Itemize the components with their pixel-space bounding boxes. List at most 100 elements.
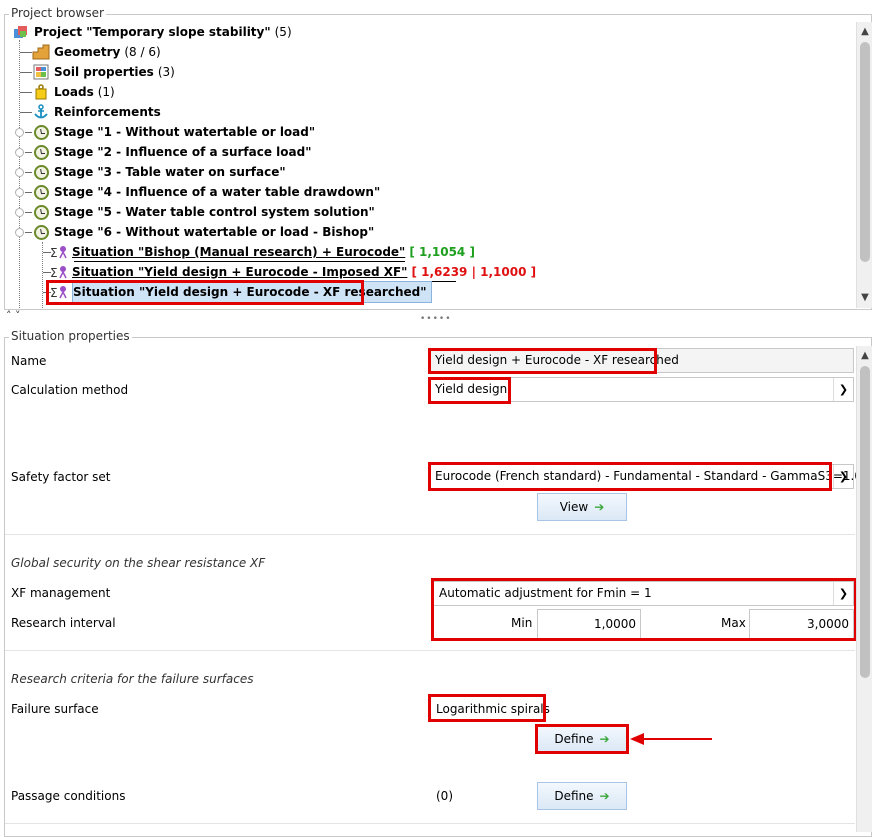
name-label: Name <box>11 354 47 368</box>
loads-count: (1) <box>97 85 115 99</box>
xf-management-label: XF management <box>11 586 111 600</box>
stage-5-label: Stage "5 - Water table control system so… <box>54 205 375 219</box>
scroll-up-arrow-icon[interactable]: ▲ <box>857 348 873 364</box>
situation-3-label-selected: Situation "Yield design + Eurocode - XF … <box>72 281 432 303</box>
stage-clock-icon <box>32 223 50 241</box>
soil-properties-icon <box>32 63 50 81</box>
tree-project-node[interactable]: Project "Temporary slope stability" (5) <box>12 22 292 42</box>
stage-6-expander[interactable] <box>15 228 24 237</box>
tree-situation-2[interactable]: Σ Situation "Yield design + Eurocode - I… <box>50 262 536 282</box>
scroll-up-arrow-icon[interactable]: ▲ <box>857 24 873 40</box>
scroll-down-arrow-icon[interactable]: ▼ <box>857 290 873 306</box>
tree-stage-4[interactable]: Stage "4 - Influence of a water table dr… <box>32 182 380 202</box>
name-value: Yield design + Eurocode - XF researched <box>435 353 679 367</box>
min-input[interactable]: 1,0000 <box>537 609 641 639</box>
tree-stage-2[interactable]: Stage "2 - Influence of a surface load" <box>32 142 311 162</box>
collapse-up-icon[interactable]: ˄ <box>6 309 12 322</box>
chevron-down-icon[interactable]: ❯ <box>833 582 853 605</box>
safety-factor-select[interactable]: Eurocode (French standard) - Fundamental… <box>428 464 870 489</box>
tree-stage-5[interactable]: Stage "5 - Water table control system so… <box>32 202 375 222</box>
global-security-section: Global security on the shear resistance … <box>11 556 266 570</box>
name-field[interactable]: Yield design + Eurocode - XF researched <box>428 348 854 373</box>
stage-3-label: Stage "3 - Table water on surface" <box>54 165 286 179</box>
stage-clock-icon <box>32 143 50 161</box>
loads-weight-icon <box>32 83 50 101</box>
calculation-method-label: Calculation method <box>11 383 129 397</box>
geometry-count: (8 / 6) <box>124 45 161 59</box>
anchor-icon <box>32 103 50 121</box>
stage-6-label: Stage "6 - Without watertable or load - … <box>54 225 375 239</box>
tree-situation-1[interactable]: Σ Situation "Bishop (Manual research) + … <box>50 242 475 262</box>
stage-1-expander[interactable] <box>15 128 24 137</box>
loads-label: Loads <box>54 85 94 99</box>
stage-4-expander[interactable] <box>15 188 24 197</box>
green-arrow-icon: ➔ <box>599 732 610 746</box>
passage-conditions-label: Passage conditions <box>11 789 126 803</box>
min-label: Min <box>511 616 533 630</box>
define-button-label: Define <box>554 732 594 746</box>
splitter-grip[interactable]: ••••• <box>420 314 452 324</box>
safety-factor-label: Safety factor set <box>11 470 111 484</box>
tree-stage-6[interactable]: Stage "6 - Without watertable or load - … <box>32 222 374 242</box>
tree-stage-1[interactable]: Stage "1 - Without watertable or load" <box>32 122 315 142</box>
define-failure-surface-button[interactable]: Define ➔ <box>537 725 627 753</box>
situation-2-result: [ 1,6239 | 1,1000 ] <box>411 265 537 279</box>
failure-surface-value: Logarithmic spirals <box>436 702 550 716</box>
stage-clock-icon <box>32 163 50 181</box>
tree-stage-3[interactable]: Stage "3 - Table water on surface" <box>32 162 286 182</box>
stage-4-label: Stage "4 - Influence of a water table dr… <box>54 185 381 199</box>
tree-item-loads[interactable]: Loads (1) <box>32 82 115 102</box>
geometry-icon <box>32 43 50 61</box>
situation-sigma-icon: Σ <box>50 243 68 261</box>
stage-clock-icon <box>32 203 50 221</box>
failure-surface-label: Failure surface <box>11 702 99 716</box>
passage-conditions-value: (0) <box>436 789 453 803</box>
situation-1-result: [ 1,1054 ] <box>409 245 475 259</box>
calculation-method-value: Yield design <box>435 382 508 396</box>
xf-management-select[interactable]: Automatic adjustment for Fmin = 1 ❯ <box>432 581 854 606</box>
stage-2-expander[interactable] <box>15 148 24 157</box>
chevron-down-icon[interactable]: ❯ <box>833 465 853 488</box>
project-icon <box>12 23 30 41</box>
soil-properties-count: (3) <box>157 65 175 79</box>
svg-text:Σ: Σ <box>50 246 58 260</box>
research-interval-label: Research interval <box>11 616 116 630</box>
tree-item-soil-properties[interactable]: Soil properties (3) <box>32 62 175 82</box>
view-button[interactable]: View ➔ <box>537 493 627 521</box>
stage-5-expander[interactable] <box>15 208 24 217</box>
calculation-method-select[interactable]: Yield design ❯ <box>428 377 854 402</box>
chevron-down-icon[interactable]: ❯ <box>833 378 853 401</box>
red-pointer-arrow-icon <box>630 733 712 745</box>
stage-clock-icon <box>32 123 50 141</box>
project-count: (5) <box>274 25 292 39</box>
reinforcements-label: Reinforcements <box>54 105 161 119</box>
situation-sigma-icon: Σ <box>50 263 68 281</box>
geometry-label: Geometry <box>54 45 121 59</box>
tree-item-geometry[interactable]: Geometry (8 / 6) <box>32 42 161 62</box>
scroll-thumb[interactable] <box>860 42 870 262</box>
project-browser-scrollbar[interactable]: ▲ ▼ <box>856 22 872 308</box>
stage-3-expander[interactable] <box>15 168 24 177</box>
scroll-thumb[interactable] <box>860 366 870 678</box>
situation-1-label: Situation "Bishop (Manual research) + Eu… <box>72 245 406 259</box>
situation-sigma-icon: Σ <box>50 283 68 301</box>
tree-item-reinforcements[interactable]: Reinforcements <box>32 102 161 122</box>
green-arrow-icon: ➔ <box>594 500 605 514</box>
define-button-label: Define <box>554 789 594 803</box>
properties-scrollbar[interactable]: ▲ <box>856 346 872 832</box>
safety-factor-value: Eurocode (French standard) - Fundamental… <box>435 469 870 483</box>
green-arrow-icon: ➔ <box>599 789 610 803</box>
research-criteria-section: Research criteria for the failure surfac… <box>11 672 254 686</box>
tree-situation-3[interactable]: Σ Situation "Yield design + Eurocode - X… <box>50 281 432 303</box>
soil-properties-label: Soil properties <box>54 65 154 79</box>
splitter-collapse-arrows[interactable]: ˄ ˅ <box>6 309 21 322</box>
view-button-label: View <box>559 500 589 514</box>
situation-properties-title: Situation properties <box>9 329 132 343</box>
situation-2-label: Situation "Yield design + Eurocode - Imp… <box>72 265 408 279</box>
define-passage-conditions-button[interactable]: Define ➔ <box>537 782 627 810</box>
collapse-down-icon[interactable]: ˅ <box>15 309 21 322</box>
max-input[interactable]: 3,0000 <box>749 609 854 639</box>
stage-1-label: Stage "1 - Without watertable or load" <box>54 125 316 139</box>
xf-management-value: Automatic adjustment for Fmin = 1 <box>439 586 652 600</box>
svg-text:Σ: Σ <box>50 266 58 280</box>
